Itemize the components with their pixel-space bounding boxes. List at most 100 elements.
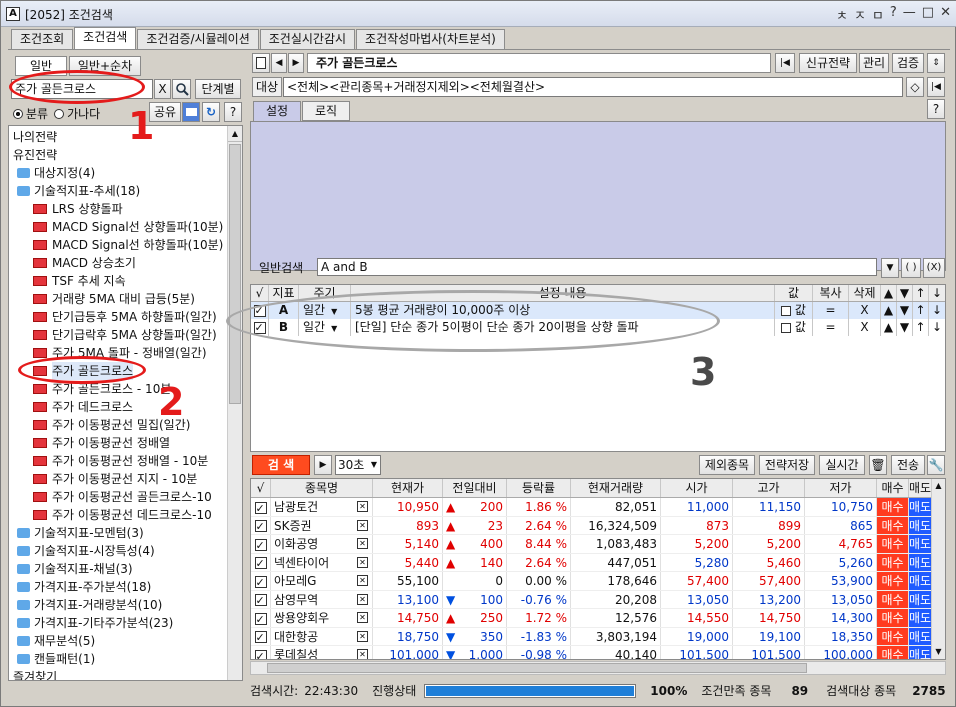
pin-button[interactable]: ◇	[906, 77, 924, 97]
tab-condition-query[interactable]: 조건조회	[11, 29, 74, 49]
tree-node[interactable]: 단기급락후 5MA 상향돌파(일간)	[13, 326, 242, 344]
result-checkbox[interactable]	[251, 516, 271, 534]
result-row[interactable]: 넥센타이어 ✕ 5,440▲ 140 2.64 %447,0515,2805,4605,…	[251, 553, 945, 572]
manage-button[interactable]: 관리	[859, 53, 889, 73]
remove-icon[interactable]: ✕	[357, 612, 368, 623]
scroll-up-icon[interactable]: ▲	[228, 126, 242, 142]
general-search-input[interactable]: A and B	[317, 258, 877, 276]
play-button[interactable]: ▶	[314, 455, 332, 475]
result-row[interactable]: 롯데칠성✕101,000▼1,000-0.98 %40,140101,50010…	[251, 646, 945, 659]
stock-name[interactable]: 넥센타이어 ✕	[271, 553, 373, 571]
remove-icon[interactable]: ✕	[357, 519, 368, 531]
move-down-icon[interactable]: ▼	[897, 302, 913, 319]
help-icon[interactable]: ?	[890, 5, 897, 24]
result-scrollbar[interactable]: ▲ ▼	[931, 479, 945, 659]
result-checkbox[interactable]	[251, 498, 271, 516]
tab-realtime-watch[interactable]: 조건실시간감시	[259, 29, 356, 49]
sell-button[interactable]: 매도	[909, 553, 931, 571]
folder-button[interactable]	[182, 102, 200, 122]
updown-button[interactable]: ⇕	[927, 53, 945, 73]
tab-settings[interactable]: 설정	[253, 101, 301, 121]
tree-node[interactable]: 주가 이동평균선 정배열 - 10분	[13, 452, 242, 470]
stock-name[interactable]: 이화공영 ✕	[271, 535, 373, 553]
result-row[interactable]: 남광토건 ✕ 10,950▲ 200 1.86 %82,05111,00011,1501…	[251, 498, 945, 517]
move-up-icon[interactable]: ▲	[881, 302, 897, 319]
tree-node[interactable]: 주가 이동평균선 밀집(일간)	[13, 416, 242, 434]
title-icon-3[interactable]: ㅁ	[872, 5, 884, 24]
remove-icon[interactable]: ✕	[357, 649, 368, 659]
result-checkbox[interactable]	[251, 572, 271, 590]
exclude-button[interactable]: 제외종목	[699, 455, 755, 475]
target-input[interactable]: <전체><관리종목+거래정지제외><전체월결산>	[283, 77, 903, 97]
tree-node[interactable]: 주가 이동평균선 데드크로스-10	[13, 506, 242, 524]
move-down-icon[interactable]: ▼	[897, 319, 913, 336]
remove-icon[interactable]: ✕	[357, 630, 368, 642]
result-row[interactable]: 삼영무역✕13,100▼100-0.76 %20,20813,05013,200…	[251, 590, 945, 609]
tab-condition-search[interactable]: 조건검색	[74, 27, 137, 49]
stock-name[interactable]: 아모레G ✕	[271, 572, 373, 590]
stage-button[interactable]: 단계별	[195, 79, 241, 99]
tree-node[interactable]: TSF 추세 지속	[13, 272, 242, 290]
search-icon-button[interactable]	[172, 79, 191, 99]
result-checkbox[interactable]	[251, 609, 271, 627]
stock-name[interactable]: SK증권 ✕	[271, 516, 373, 534]
buy-button[interactable]: 매수	[877, 590, 909, 608]
target-apply-button[interactable]: |◀	[927, 77, 945, 97]
save-strategy-button[interactable]: 전략저장	[759, 455, 815, 475]
tree-node[interactable]: 캔들패턴(1)	[13, 650, 242, 668]
sell-button[interactable]: 매도	[909, 590, 931, 608]
tree-node[interactable]: MACD Signal선 상향돌파(10분)	[13, 218, 242, 236]
move-top-icon[interactable]: ↑	[913, 319, 929, 336]
tree-node[interactable]: 단기급등후 5MA 하향돌파(일간)	[13, 308, 242, 326]
tree-node[interactable]: 가격지표-주가분석(18)	[13, 578, 242, 596]
result-checkbox[interactable]	[251, 590, 271, 608]
tools-button[interactable]: 🔧	[927, 455, 945, 475]
stock-name[interactable]: 롯데칠성 ✕	[271, 646, 373, 659]
tree-node[interactable]: 유진전략	[13, 146, 242, 164]
tree-node[interactable]: 기술적지표-추세(18)	[13, 182, 242, 200]
tree-node[interactable]: 가격지표-기타주가분석(23)	[13, 614, 242, 632]
result-checkbox[interactable]	[251, 553, 271, 571]
condition-value-toggle[interactable]: 값	[775, 302, 813, 319]
tree-node[interactable]: 주가 데드크로스	[13, 398, 242, 416]
result-row[interactable]: 대한항공 ✕ 18,750▼ 350 -1.83 %3,803,19419,00019,…	[251, 627, 945, 646]
result-checkbox[interactable]	[251, 646, 271, 659]
logic-dropdown[interactable]: ▼	[881, 258, 899, 278]
tree-node[interactable]: LRS 상향돌파	[13, 200, 242, 218]
result-row[interactable]: 아모레G✕55,10000.00 %178,64657,40057,40053,…	[251, 572, 945, 591]
realtime-button[interactable]: 실시간	[819, 455, 865, 475]
tree-scrollbar[interactable]: ▲	[227, 126, 242, 680]
buy-button[interactable]: 매수	[877, 553, 909, 571]
stock-name[interactable]: 대한항공 ✕	[271, 627, 373, 645]
scroll-down-icon[interactable]: ▼	[932, 645, 945, 659]
tree-node[interactable]: 주가 이동평균선 지지 - 10분	[13, 470, 242, 488]
tree-node[interactable]: 거래량 5MA 대비 급등(5분)	[13, 290, 242, 308]
interval-select[interactable]: 30초 ▼	[335, 455, 381, 475]
hscroll-thumb[interactable]	[267, 663, 807, 673]
first-button[interactable]: |◀	[775, 53, 795, 73]
result-row[interactable]: SK증권 ✕ 893▲ 23 2.64 %16,324,509873899865매수매도	[251, 516, 945, 535]
remove-icon[interactable]: ✕	[357, 538, 368, 549]
buy-button[interactable]: 매수	[877, 627, 909, 645]
tab-logic[interactable]: 로직	[302, 101, 350, 121]
stock-name[interactable]: 남광토건 ✕	[271, 498, 373, 516]
buy-button[interactable]: 매수	[877, 498, 909, 516]
condition-delete-button[interactable]: X	[849, 319, 881, 336]
maximize-icon[interactable]: □	[922, 5, 934, 24]
remove-icon[interactable]: ✕	[357, 556, 368, 568]
stock-name[interactable]: 쌍용양회우 ✕	[271, 609, 373, 627]
tab-simulation[interactable]: 조건검증/시뮬레이션	[137, 29, 259, 49]
sell-button[interactable]: 매도	[909, 609, 931, 627]
new-strategy-button[interactable]: 신규전략	[799, 53, 857, 73]
prev-button[interactable]: ◀	[271, 53, 287, 73]
sell-button[interactable]: 매도	[909, 535, 931, 553]
clear-button[interactable]: X	[154, 79, 171, 99]
scroll-thumb[interactable]	[229, 144, 241, 404]
result-row[interactable]: 이화공영✕5,140▲4008.44 %1,083,4835,2005,2004…	[251, 535, 945, 554]
buy-button[interactable]: 매수	[877, 535, 909, 553]
condition-copy-button[interactable]: =	[813, 319, 849, 336]
tree-node[interactable]: MACD 상승초기	[13, 254, 242, 272]
send-button[interactable]: 전송	[891, 455, 925, 475]
tree-node[interactable]: 주가 골든크로스 - 10분	[13, 380, 242, 398]
result-row[interactable]: 쌍용양회우✕14,750▲2501.72 %12,57614,55014,750…	[251, 609, 945, 628]
